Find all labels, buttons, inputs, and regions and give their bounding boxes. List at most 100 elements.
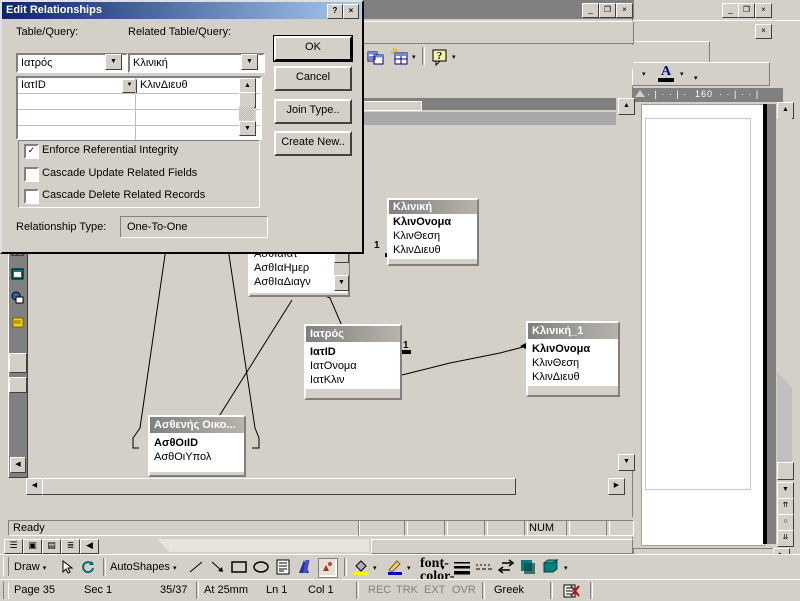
grid-cell-left[interactable]: ΙατID [18,78,135,93]
free-rotate-icon[interactable] [80,559,96,575]
select-objects-icon[interactable] [60,559,76,575]
scroll-track[interactable] [777,118,792,462]
scroll-track[interactable] [239,107,254,120]
create-new-button[interactable]: Create New.. [274,131,352,156]
line-color-icon[interactable] [386,558,404,576]
grid-vertical-scrollbar[interactable]: ▲ ▼ [239,78,256,136]
chevron-down-icon[interactable]: ▾ [441,564,445,572]
ok-button[interactable]: OK [274,36,352,61]
status-rec-indicator[interactable]: REC [368,583,391,598]
chevron-down-icon[interactable]: ▾ [407,564,411,572]
cascade-update-checkbox[interactable] [24,167,39,182]
join-type-button[interactable]: Join Type.. [274,99,352,124]
edit-relationships-dialog[interactable]: Edit Relationships ? × Table/Query: Rela… [0,0,364,254]
chevron-down-icon[interactable]: ▾ [373,564,377,572]
word-document-close-button[interactable]: × [755,24,772,39]
word-minimize-button[interactable]: _ [722,3,739,18]
outline-view-icon[interactable]: ≣ [61,539,80,554]
select-browse-object-icon[interactable]: ○ [777,514,794,531]
access-menubar[interactable] [356,21,634,44]
table-row[interactable]: ΙατID ▼ ΚλινΔιευθ [18,78,260,94]
table-row[interactable] [18,94,260,110]
relationships-horizontal-scrollbar[interactable]: ◀ ▶ [26,478,625,495]
dash-style-icon[interactable] [475,559,493,575]
3d-icon[interactable] [542,558,560,576]
enforce-referential-integrity-checkbox[interactable]: ✓ [24,144,39,159]
relationships-icon[interactable] [366,47,386,67]
normal-view-icon[interactable]: ☰ [4,539,23,554]
scroll-down-icon[interactable]: ▼ [239,121,256,136]
view-bar-track[interactable] [99,539,369,552]
scroll-down-icon[interactable]: ▼ [334,275,349,291]
arrow-style-icon[interactable] [497,558,515,576]
scroll-up-icon[interactable]: ▲ [618,98,635,115]
chevron-down-icon[interactable]: ▾ [642,70,646,78]
text-box-icon[interactable] [275,558,291,576]
chevron-down-icon[interactable]: ▾ [452,53,456,61]
font-color-icon[interactable]: A [657,64,675,82]
rectangle-icon[interactable] [230,559,248,575]
relationship-table-kliniki-1[interactable]: Κλινική_1 ΚλινΟνομα ΚλινΘεση ΚλινΔιευθ [526,321,620,397]
next-page-icon[interactable]: ⇊ [777,530,794,547]
word-restore-button[interactable]: ❐ [738,3,755,18]
scroll-thumb[interactable] [239,92,256,108]
reading-view-icon[interactable]: ◀ [80,539,99,554]
toolbar-overflow-icon[interactable]: ▾ [694,74,698,82]
chevron-down-icon[interactable]: ▼ [105,54,122,70]
autoshapes-menu-button[interactable]: AutoShapes ▾ [110,558,177,578]
show-table-icon[interactable] [390,47,410,67]
status-language[interactable]: Greek [494,583,524,598]
scroll-right-icon[interactable]: ▶ [608,478,625,495]
access-toolbar[interactable]: ▾ ? ▾ [356,45,634,69]
grid-cell-right[interactable]: ΚλινΔιευθ [137,78,240,93]
draw-menu-button[interactable]: Draw ▾ [14,558,46,578]
hscroll-thumb[interactable] [42,478,516,495]
scroll-down-icon[interactable]: ▼ [777,482,794,499]
word-vertical-scrollbar[interactable]: ▲ ▼ ⇈ ○ ⇊ [776,102,794,547]
spell-check-icon[interactable] [562,583,582,599]
status-trk-indicator[interactable]: TRK [396,583,418,598]
access-restore-button[interactable]: ❐ [599,3,616,18]
chevron-down-icon[interactable]: ▾ [43,565,47,572]
line-icon[interactable] [188,559,204,575]
scroll-thumb[interactable] [777,462,794,480]
scroll-up-icon[interactable]: ▲ [239,78,256,93]
cascade-delete-checkbox[interactable] [24,189,39,204]
print-layout-view-icon[interactable]: ▤ [42,539,61,554]
scroll-left-icon[interactable]: ◀ [26,478,43,495]
font-color-icon[interactable]: font-color-icon [420,557,454,600]
access-close-button[interactable]: × [616,3,633,18]
status-ext-indicator[interactable]: EXT [424,583,445,598]
relationship-table-asthenis-oiko[interactable]: Ασθενής Οικο... ΑσθΟιID ΑσθΟιΥπολ [148,415,246,477]
chevron-down-icon[interactable]: ▼ [241,54,258,70]
word-close-button[interactable]: × [755,3,772,18]
fill-color-icon[interactable] [352,558,370,576]
toolbar-grip[interactable] [3,557,9,576]
office-assistant-icon[interactable]: ? [430,47,450,67]
chevron-down-icon[interactable]: ▾ [564,564,568,572]
web-layout-view-icon[interactable]: ▣ [23,539,42,554]
close-button[interactable]: × [343,4,359,19]
insert-picture-icon[interactable] [318,558,338,578]
wordart-icon[interactable] [296,558,314,576]
relationship-table-iatros[interactable]: Ιατρός ΙατID ΙατΟνομα ΙατΚλιν [304,324,402,400]
font-color-dropdown-icon[interactable]: ▾ [680,70,684,78]
shadow-icon[interactable] [519,558,537,576]
status-ovr-indicator[interactable]: OVR [452,583,476,598]
access-minimize-button[interactable]: _ [582,3,599,18]
previous-page-icon[interactable]: ⇈ [777,498,794,515]
table-row[interactable] [18,126,260,141]
chevron-down-icon[interactable]: ▾ [412,53,416,61]
indent-marker-icon[interactable] [635,90,645,97]
oval-icon[interactable] [252,559,270,575]
word-horizontal-ruler[interactable]: · | · · | · 160 · · | · · | [633,88,783,102]
arrow-icon[interactable] [210,559,226,575]
dialog-titlebar[interactable]: Edit Relationships ? × [2,2,362,19]
drawing-toolbar[interactable]: Draw ▾ AutoShapes ▾ ▾ ▾ font-color- ▾ ▾ [0,554,800,600]
relationship-table-kliniki[interactable]: Κλινική ΚλινΟνομα ΚλινΘεση ΚλινΔιευθ [387,198,479,266]
chevron-down-icon[interactable]: ▾ [173,565,177,572]
scroll-up-icon[interactable]: ▲ [777,102,794,119]
help-button[interactable]: ? [327,4,343,19]
cancel-button[interactable]: Cancel [274,66,352,91]
table-row[interactable] [18,110,260,126]
